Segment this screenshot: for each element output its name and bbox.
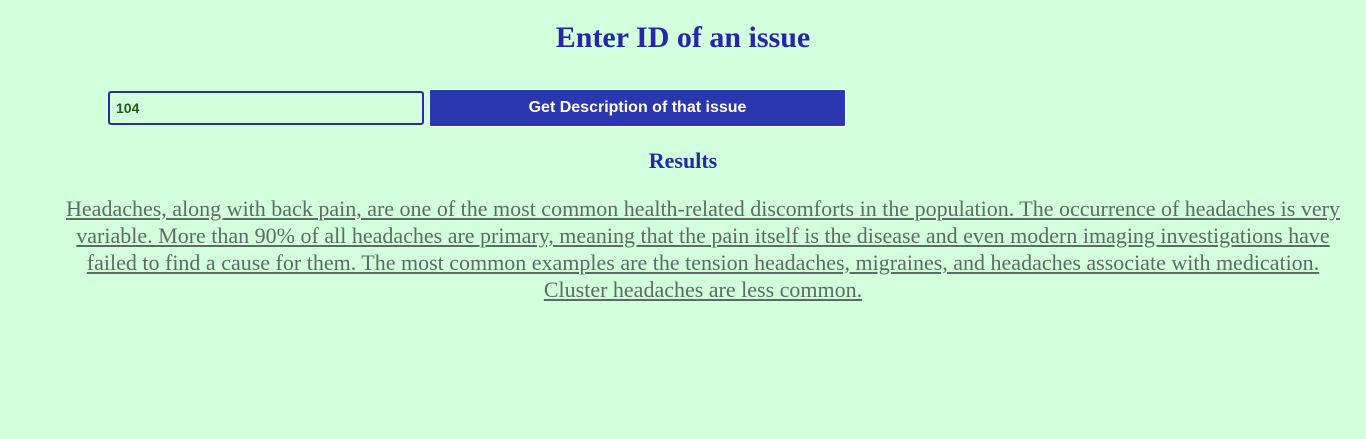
results-heading: Results	[648, 148, 718, 173]
issue-form: Get Description of that issue	[108, 89, 848, 127]
issue-description: Headaches, along with back pain, are one…	[66, 196, 1340, 302]
issue-id-input[interactable]	[108, 91, 424, 125]
page-title: Enter ID of an issue	[555, 21, 811, 54]
get-description-button[interactable]: Get Description of that issue	[429, 89, 846, 127]
